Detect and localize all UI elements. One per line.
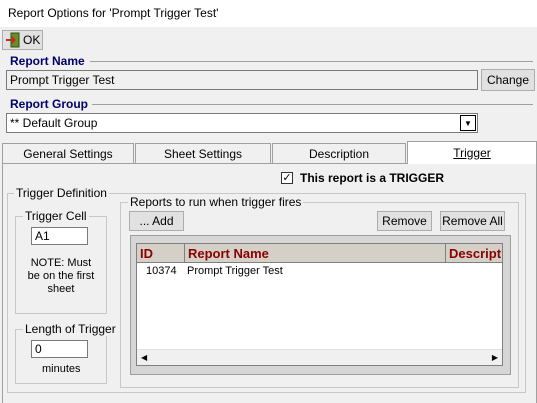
trigger-cell-label: Trigger Cell (23, 209, 89, 223)
length-of-trigger-label: Length of Trigger (23, 322, 118, 336)
table-row[interactable]: 10374 Prompt Trigger Test (137, 264, 502, 280)
tab-sheet-settings[interactable]: Sheet Settings (135, 143, 271, 163)
column-header-id[interactable]: ID (137, 244, 185, 263)
chevron-down-icon[interactable]: ▼ (460, 115, 476, 131)
tab-trigger[interactable]: Trigger (407, 141, 537, 164)
trigger-cell-input[interactable]: A1 (31, 227, 88, 245)
is-trigger-checkbox[interactable]: ✓ (281, 172, 293, 184)
report-list[interactable]: ID Report Name Descript 10374 Prompt Tri… (136, 243, 503, 366)
report-group-value: ** Default Group (10, 116, 98, 130)
column-header-description[interactable]: Descript (446, 244, 502, 263)
ok-label: OK (23, 33, 41, 47)
row-id: 10374 (146, 265, 177, 277)
reports-to-run-label: Reports to run when trigger fires (128, 195, 304, 209)
tab-description[interactable]: Description (272, 143, 406, 163)
trigger-cell-note: NOTE: Must be on the first sheet (27, 257, 95, 295)
report-group-separator (92, 104, 533, 105)
report-group-select[interactable]: ** Default Group ▼ (6, 113, 478, 133)
add-report-button[interactable]: ... Add (129, 211, 184, 231)
exit-door-icon (6, 32, 20, 48)
report-name-label: Report Name (10, 54, 85, 68)
scroll-right-icon[interactable]: ▶ (492, 353, 498, 362)
scroll-left-icon[interactable]: ◀ (141, 353, 147, 362)
report-name-separator (90, 61, 533, 62)
row-report-name: Prompt Trigger Test (187, 265, 283, 277)
remove-all-button[interactable]: Remove All (440, 211, 505, 231)
is-trigger-label: This report is a TRIGGER (300, 171, 445, 185)
length-of-trigger-input[interactable]: 0 (31, 340, 88, 358)
ok-button[interactable]: OK (2, 30, 43, 50)
title-bar: Report Options for 'Prompt Trigger Test' (0, 0, 537, 27)
report-list-frame: ID Report Name Descript 10374 Prompt Tri… (130, 235, 511, 375)
horizontal-scrollbar[interactable]: ◀ ▶ (137, 349, 502, 365)
remove-button[interactable]: Remove (377, 211, 432, 231)
column-header-report-name[interactable]: Report Name (185, 244, 446, 263)
trigger-definition-label: Trigger Definition (14, 186, 109, 200)
tab-general-settings[interactable]: General Settings (2, 143, 134, 163)
change-button[interactable]: Change (481, 69, 535, 91)
report-name-field: Prompt Trigger Test (6, 70, 478, 90)
length-unit-label: minutes (42, 363, 81, 375)
report-group-label: Report Group (10, 97, 88, 111)
window-title: Report Options for 'Prompt Trigger Test' (8, 6, 219, 20)
